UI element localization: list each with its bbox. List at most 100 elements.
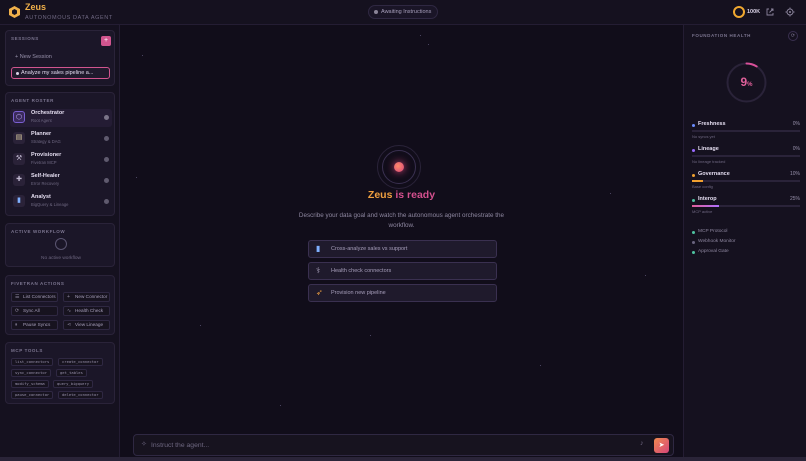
mcp-tool-chip[interactable]: list_connectors [11, 358, 54, 366]
status-dot-icon [692, 231, 695, 234]
mcp-title: MCP TOOLS [11, 348, 43, 353]
sync-all-button[interactable]: ⟳ Sync All [11, 306, 58, 316]
sessions-title: SESSIONS [11, 36, 39, 41]
session-dot-icon [16, 72, 19, 75]
star-dot [142, 55, 143, 56]
agent-status-dot [104, 178, 109, 183]
pulse-icon: ∿ [67, 308, 72, 314]
fivetran-actions-card: FIVETRAN ACTIONS ☰ List Connectors + New C… [5, 275, 115, 335]
agent-role: Strategy & DAG [31, 139, 61, 144]
agent-status-dot [104, 136, 109, 141]
status-badge: Awaiting Instructions [368, 5, 439, 19]
feature-mcp-protocol: MCP Protocol [692, 229, 728, 234]
suggestion-card[interactable]: ▮ Cross-analyze sales vs support [308, 240, 497, 258]
zeus-logo-icon [9, 6, 20, 18]
metric-bar [692, 180, 800, 182]
star-dot [420, 35, 421, 36]
bottom-scrollbar[interactable] [0, 457, 806, 461]
mcp-tool-chip[interactable]: pause_connector [11, 391, 54, 399]
agent-name: Analyst [31, 194, 51, 200]
star-dot [540, 365, 541, 366]
sessions-card: SESSIONS + + New Session Analyze my sale… [5, 30, 115, 86]
status-text: Awaiting Instructions [381, 9, 432, 15]
star-dot [200, 325, 201, 326]
chart-icon: ▮ [316, 244, 321, 253]
rocket-icon: ➶ [316, 288, 323, 297]
sync-icon: ⟳ [15, 308, 20, 314]
health-check-button[interactable]: ∿ Health Check [63, 306, 110, 316]
new-session-button[interactable]: + New Session [15, 54, 52, 60]
health-score: 9% [740, 75, 753, 89]
agent-role: Fivetran MCP [31, 160, 57, 165]
app-title: Zeus [25, 2, 47, 12]
star-dot [280, 405, 281, 406]
pause-syncs-button[interactable]: ⏸ Pause Syncs [11, 320, 58, 330]
workflow-empty-text: No active workflow [41, 256, 81, 261]
plus-icon: + [67, 294, 70, 300]
refresh-icon[interactable]: ⟳ [788, 31, 798, 41]
agent-analyst[interactable]: ▮ Analyst BigQuery & Lineage [10, 193, 112, 211]
wrench-icon: ⚒ [13, 153, 25, 165]
mcp-tool-chip[interactable]: create_connector [58, 358, 103, 366]
session-item[interactable]: Analyze my sales pipeline a... [11, 67, 110, 79]
metric-bar [692, 155, 800, 157]
sparkle-icon: ✧ [141, 441, 147, 448]
gear-icon[interactable] [785, 7, 795, 17]
instruction-input[interactable] [151, 439, 631, 452]
agent-provisioner[interactable]: ⚒ Provisioner Fivetran MCP [10, 151, 112, 169]
workflow-title: ACTIVE WORKFLOW [11, 229, 66, 234]
star-dot [428, 44, 429, 45]
new-connector-button[interactable]: + New Connector [63, 292, 110, 302]
ready-description: Describe your data goal and watch the au… [298, 212, 505, 229]
add-session-button[interactable]: + [101, 36, 111, 46]
agent-name: Provisioner [31, 152, 62, 158]
feature-approval-gate: Approval Gate [692, 249, 729, 254]
roster-title: AGENT ROSTER [11, 98, 54, 103]
agent-name: Orchestrator [31, 110, 65, 116]
view-lineage-button[interactable]: ⋖ View Lineage [63, 320, 110, 330]
metric-bar [692, 130, 800, 132]
agent-status-dot [104, 199, 109, 204]
status-dot-icon [692, 241, 695, 244]
top-bar: Zeus AUTONOMOUS DATA AGENT Awaiting Inst… [0, 0, 806, 25]
share-icon: ⋖ [67, 322, 72, 328]
mcp-tool-chip[interactable]: delete_connector [58, 391, 103, 399]
agent-self-healer[interactable]: ✚ Self-Healer Error Recovery [10, 172, 112, 190]
list-connectors-button[interactable]: ☰ List Connectors [11, 292, 58, 302]
ready-heading: Zeus is ready [367, 189, 436, 201]
star-dot [645, 275, 646, 276]
health-panel: FOUNDATION HEALTH ⟳ 9% Freshness 0% No s… [683, 25, 806, 461]
agent-orchestrator[interactable]: ⬡ Orchestrator Root Agent [10, 109, 112, 127]
external-link-icon[interactable] [765, 7, 775, 17]
main-canvas: Zeus is ready Describe your data goal an… [120, 25, 683, 461]
agent-name: Planner [31, 131, 52, 137]
feature-webhook-monitor: Webhook Monitor [692, 239, 736, 244]
agent-orb-icon [394, 162, 404, 172]
status-dot-icon [692, 251, 695, 254]
clock-icon [55, 238, 67, 250]
clipboard-icon: ▤ [13, 132, 25, 144]
star-dot [136, 177, 137, 178]
prompt-bar: ✧ ♪ ➤ [133, 434, 674, 456]
agent-role: Root Agent [31, 118, 52, 123]
suggestion-card[interactable]: ⚕ Health check connectors [308, 262, 497, 280]
metric-dot-icon [692, 124, 695, 127]
chart-icon: ▮ [13, 195, 25, 207]
agent-status-dot [104, 157, 109, 162]
send-button[interactable]: ➤ [654, 438, 669, 453]
actions-title: FIVETRAN ACTIONS [11, 281, 65, 286]
suggestion-card[interactable]: ➶ Provision new pipeline [308, 284, 497, 302]
mic-icon[interactable]: ♪ [640, 440, 644, 447]
metric-dot-icon [692, 199, 695, 202]
agent-name: Self-Healer [31, 173, 60, 179]
mcp-tool-chip[interactable]: get_tables [56, 369, 87, 377]
mcp-tool-chip[interactable]: modify_schema [11, 380, 49, 388]
mcp-tool-chip[interactable]: sync_connector [11, 369, 52, 377]
mcp-tool-chip[interactable]: query_bigquery [53, 380, 94, 388]
list-icon: ☰ [15, 294, 20, 300]
status-dot-icon [374, 10, 378, 14]
heal-icon: ✚ [13, 174, 25, 186]
agent-role: BigQuery & Lineage [31, 202, 69, 207]
agent-planner[interactable]: ▤ Planner Strategy & DAG [10, 130, 112, 148]
hexagon-icon: ⬡ [13, 111, 25, 123]
